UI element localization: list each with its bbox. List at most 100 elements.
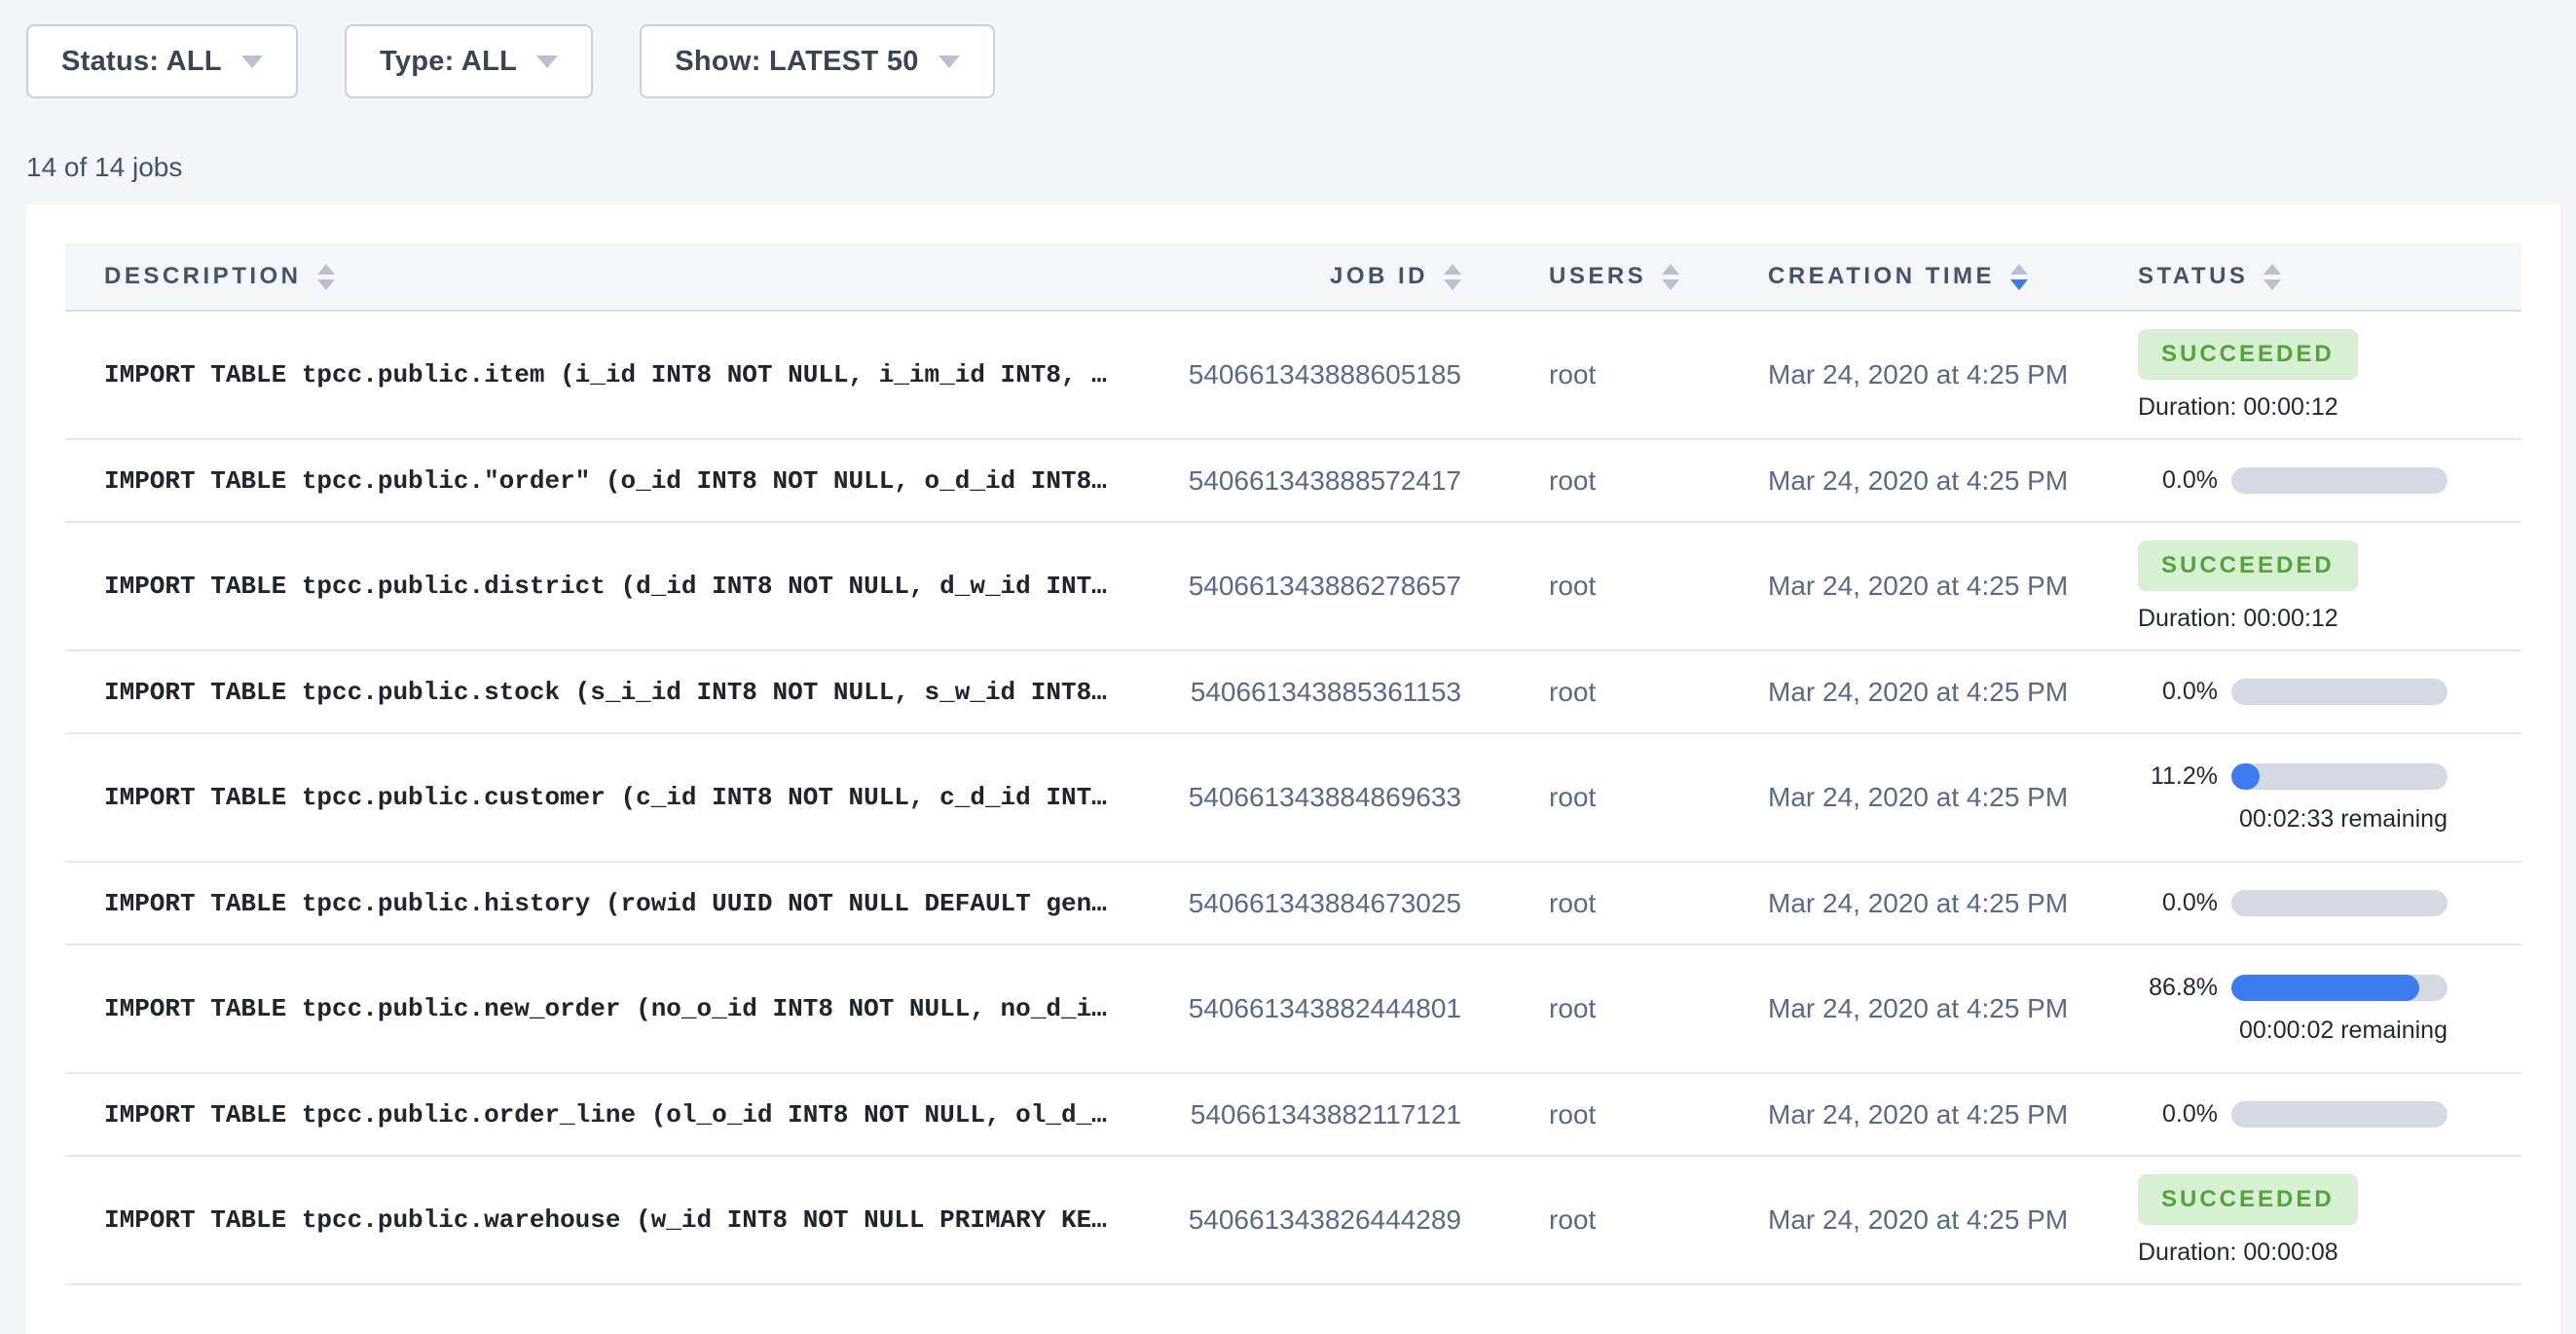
status-badge: SUCCEEDED — [2138, 540, 2358, 591]
progress-bar — [2231, 763, 2447, 790]
progress-fill — [2231, 763, 2260, 790]
job-id: 540661343882444801 — [1159, 993, 1461, 1024]
column-header[interactable]: JOB ID — [1159, 263, 1461, 290]
sort-icon — [2010, 264, 2028, 290]
chevron-down-icon — [938, 56, 960, 68]
progress-bar — [2231, 1101, 2447, 1128]
job-user: root — [1549, 677, 1768, 708]
job-user: root — [1549, 571, 1768, 602]
status-progress-group: 0.0% — [2138, 466, 2521, 495]
status-badge: SUCCEEDED — [2138, 1174, 2358, 1225]
filter-label: Type: ALL — [380, 46, 517, 78]
job-id: 540661343886278657 — [1159, 571, 1461, 602]
progress-percent: 0.0% — [2138, 678, 2218, 706]
sort-icon — [317, 264, 335, 290]
sort-icon — [1444, 264, 1461, 290]
progress-percent: 0.0% — [2138, 466, 2218, 495]
status-badge: SUCCEEDED — [2138, 329, 2358, 380]
column-header[interactable]: STATUS — [2138, 263, 2521, 290]
filter-label: Show: LATEST 50 — [675, 46, 918, 78]
filter-bar: Status: ALL Type: ALL Show: LATEST 50 — [0, 0, 2576, 98]
status-succeeded-group: SUCCEEDED Duration: 00:00:08 — [2138, 1174, 2521, 1267]
job-user: root — [1549, 888, 1768, 919]
jobs-card: DESCRIPTION JOB ID USERS CREATION TIME S… — [26, 204, 2560, 1334]
jobs-count: 14 of 14 jobs — [26, 152, 2576, 183]
job-user: root — [1549, 993, 1768, 1024]
job-status: SUCCEEDED Duration: 00:00:08 — [2138, 1174, 2521, 1267]
job-description: IMPORT TABLE tpcc.public.order_line (ol_… — [65, 1100, 1159, 1130]
sort-asc-icon — [2263, 264, 2281, 275]
progress-bar — [2231, 467, 2447, 494]
table-row: IMPORT TABLE tpcc.public.new_order (no_o… — [65, 945, 2521, 1074]
table-row: IMPORT TABLE tpcc.public.customer (c_id … — [65, 734, 2521, 863]
job-description: IMPORT TABLE tpcc.public.stock (s_i_id I… — [65, 678, 1159, 707]
jobs-table: DESCRIPTION JOB ID USERS CREATION TIME S… — [65, 243, 2521, 1285]
progress-line: 0.0% — [2138, 466, 2521, 495]
sort-desc-icon — [2010, 279, 2028, 290]
job-status: 86.8% 00:00:02 remaining — [2138, 974, 2521, 1045]
sort-desc-icon — [317, 279, 335, 290]
chevron-down-icon — [536, 56, 558, 68]
progress-percent: 0.0% — [2138, 1100, 2218, 1129]
table-header-row: DESCRIPTION JOB ID USERS CREATION TIME S… — [65, 243, 2521, 312]
table-row: IMPORT TABLE tpcc.public."order" (o_id I… — [65, 440, 2521, 523]
column-header-label: JOB ID — [1330, 263, 1428, 290]
table-row: IMPORT TABLE tpcc.public.stock (s_i_id I… — [65, 651, 2521, 734]
job-description: IMPORT TABLE tpcc.public.warehouse (w_id… — [65, 1205, 1159, 1235]
chevron-down-icon — [241, 56, 263, 68]
time-remaining: 00:00:02 remaining — [2138, 1017, 2447, 1045]
sort-icon — [2263, 264, 2281, 290]
progress-bar — [2231, 975, 2447, 1001]
column-header[interactable]: USERS — [1549, 263, 1768, 290]
table-row: IMPORT TABLE tpcc.public.order_line (ol_… — [65, 1074, 2521, 1157]
job-id: 540661343884673025 — [1159, 888, 1461, 919]
status-duration: Duration: 00:00:12 — [2138, 393, 2521, 422]
progress-line: 11.2% — [2138, 762, 2521, 791]
column-header[interactable]: CREATION TIME — [1768, 263, 2138, 290]
progress-line: 0.0% — [2138, 889, 2521, 917]
job-description: IMPORT TABLE tpcc.public.item (i_id INT8… — [65, 360, 1159, 389]
job-creation-time: Mar 24, 2020 at 4:25 PM — [1768, 677, 2138, 708]
status-progress-group: 0.0% — [2138, 889, 2521, 917]
job-description: IMPORT TABLE tpcc.public.customer (c_id … — [65, 783, 1159, 812]
job-id: 540661343888572417 — [1159, 465, 1461, 497]
filter-dropdown[interactable]: Show: LATEST 50 — [640, 24, 994, 98]
filter-dropdown[interactable]: Status: ALL — [26, 24, 298, 98]
sort-desc-icon — [1662, 279, 1679, 290]
job-status: SUCCEEDED Duration: 00:00:12 — [2138, 540, 2521, 633]
time-remaining: 00:02:33 remaining — [2138, 805, 2447, 834]
job-status: 0.0% — [2138, 889, 2521, 917]
sort-icon — [1662, 264, 1679, 290]
status-duration: Duration: 00:00:08 — [2138, 1239, 2521, 1267]
job-description: IMPORT TABLE tpcc.public.district (d_id … — [65, 572, 1159, 601]
job-description: IMPORT TABLE tpcc.public.history (rowid … — [65, 889, 1159, 918]
job-status: 11.2% 00:02:33 remaining — [2138, 762, 2521, 834]
progress-fill — [2231, 975, 2419, 1001]
job-id: 540661343884869633 — [1159, 782, 1461, 813]
job-id: 540661343885361153 — [1159, 677, 1461, 708]
job-creation-time: Mar 24, 2020 at 4:25 PM — [1768, 359, 2138, 390]
sort-desc-icon — [2263, 279, 2281, 290]
status-progress-group: 11.2% 00:02:33 remaining — [2138, 762, 2521, 834]
status-succeeded-group: SUCCEEDED Duration: 00:00:12 — [2138, 329, 2521, 422]
job-user: root — [1549, 359, 1768, 390]
column-header-label: USERS — [1549, 263, 1646, 290]
job-status: 0.0% — [2138, 678, 2521, 706]
status-duration: Duration: 00:00:12 — [2138, 605, 2521, 633]
column-header[interactable]: DESCRIPTION — [65, 263, 1159, 290]
filter-dropdown[interactable]: Type: ALL — [345, 24, 593, 98]
status-progress-group: 86.8% 00:00:02 remaining — [2138, 974, 2521, 1045]
job-creation-time: Mar 24, 2020 at 4:25 PM — [1768, 571, 2138, 602]
job-user: root — [1549, 465, 1768, 497]
job-user: root — [1549, 782, 1768, 813]
sort-asc-icon — [1444, 264, 1461, 275]
progress-line: 86.8% — [2138, 974, 2521, 1002]
job-description: IMPORT TABLE tpcc.public.new_order (no_o… — [65, 994, 1159, 1023]
sort-asc-icon — [2010, 264, 2028, 275]
job-id: 540661343826444289 — [1159, 1204, 1461, 1236]
job-description: IMPORT TABLE tpcc.public."order" (o_id I… — [65, 466, 1159, 496]
progress-line: 0.0% — [2138, 1100, 2521, 1129]
table-row: IMPORT TABLE tpcc.public.district (d_id … — [65, 523, 2521, 651]
progress-percent: 86.8% — [2138, 974, 2218, 1002]
job-status: 0.0% — [2138, 1100, 2521, 1129]
